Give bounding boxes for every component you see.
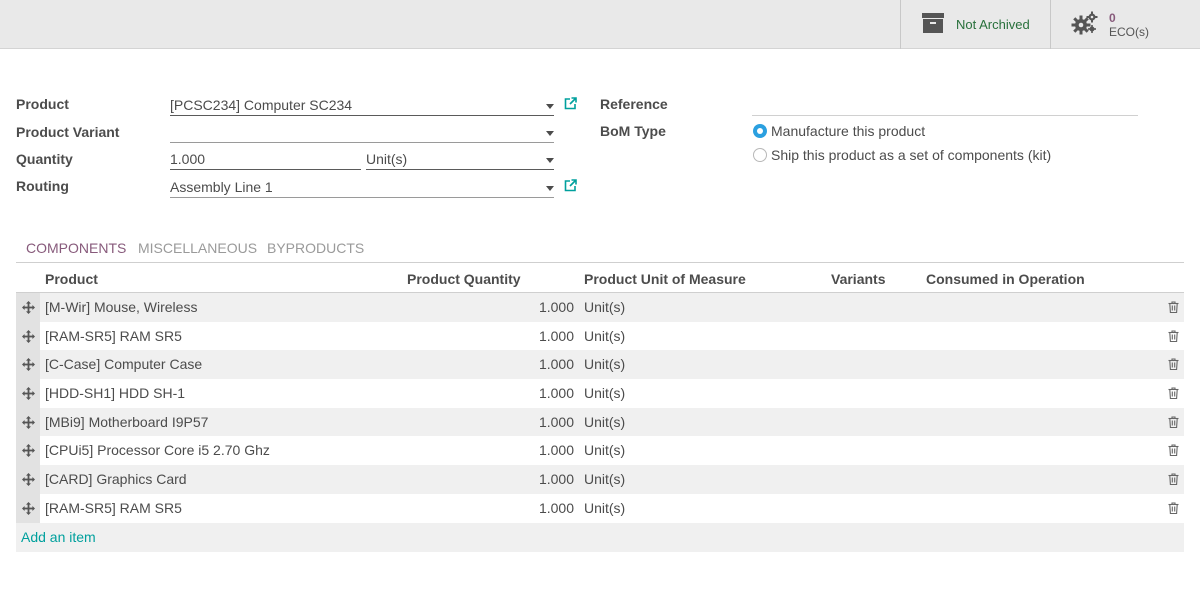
product-value: [PCSC234] Computer SC234	[170, 97, 353, 113]
routing-field[interactable]: Assembly Line 1	[170, 178, 554, 198]
table-row[interactable]: [CARD] Graphics Card 1.000 Unit(s)	[16, 465, 1184, 494]
uom-value: Unit(s)	[366, 151, 408, 167]
trash-icon[interactable]	[1168, 357, 1179, 373]
tab-miscellaneous[interactable]: MISCELLANEOUS	[138, 240, 257, 256]
eco-button[interactable]: 0 ECO(s)	[1050, 0, 1200, 49]
archive-status-label: Not Archived	[956, 17, 1030, 32]
product-field[interactable]: [PCSC234] Computer SC234	[170, 96, 554, 116]
trash-icon[interactable]	[1168, 501, 1179, 517]
row-quantity: 1.000	[538, 356, 574, 373]
row-product: [MBi9] Motherboard I9P57	[45, 413, 209, 430]
row-product: [HDD-SH1] HDD SH-1	[45, 385, 186, 402]
column-header-consumed-in-operation[interactable]: Consumed in Operation	[926, 271, 1085, 287]
column-header-uom[interactable]: Product Unit of Measure	[584, 271, 746, 287]
reference-label: Reference	[600, 96, 668, 112]
table-row[interactable]: [RAM-SR5] RAM SR5 1.000 Unit(s)	[16, 493, 1184, 523]
trash-icon[interactable]	[1168, 443, 1179, 459]
row-product: [RAM-SR5] RAM SR5	[45, 327, 182, 344]
routing-value: Assembly Line 1	[170, 179, 273, 195]
row-quantity: 1.000	[538, 385, 574, 402]
components-table-body: [M-Wir] Mouse, Wireless 1.000 Unit(s) [RAM-…	[16, 293, 1184, 552]
bom-type-option-manufacture: Manufacture this product	[771, 123, 926, 139]
drag-handle-icon[interactable]	[16, 493, 40, 523]
chevron-down-icon[interactable]	[546, 186, 554, 191]
gears-icon	[1071, 11, 1099, 38]
bom-type-radio-kit[interactable]	[753, 148, 767, 162]
archive-toggle-button[interactable]: Not Archived	[900, 0, 1050, 49]
drag-handle-icon[interactable]	[16, 379, 40, 408]
uom-field[interactable]: Unit(s)	[366, 150, 554, 170]
row-product: [C-Case] Computer Case	[45, 356, 203, 373]
product-variant-label: Product Variant	[16, 124, 120, 140]
add-item-row: Add an item	[16, 522, 1184, 552]
add-item-link[interactable]: Add an item	[21, 529, 96, 545]
product-label: Product	[16, 96, 69, 112]
trash-icon[interactable]	[1168, 300, 1179, 316]
quantity-label: Quantity	[16, 151, 73, 167]
external-link-icon[interactable]	[564, 97, 577, 113]
row-product: [CPUi5] Processor Core i5 2.70 Ghz	[45, 442, 270, 459]
drag-handle-icon[interactable]	[16, 350, 40, 380]
row-product: [CARD] Graphics Card	[45, 471, 187, 488]
row-quantity: 1.000	[538, 442, 574, 459]
eco-count: 0	[1109, 10, 1116, 25]
column-header-variants[interactable]: Variants	[831, 271, 885, 287]
archive-box-icon	[922, 13, 944, 36]
trash-icon[interactable]	[1168, 472, 1179, 488]
chevron-down-icon[interactable]	[546, 158, 554, 163]
tab-components[interactable]: COMPONENTS	[26, 240, 126, 256]
table-row[interactable]: [RAM-SR5] RAM SR5 1.000 Unit(s)	[16, 321, 1184, 351]
table-row[interactable]: [MBi9] Motherboard I9P57 1.000 Unit(s)	[16, 407, 1184, 437]
chevron-down-icon[interactable]	[546, 104, 554, 109]
quantity-input[interactable]: 1.000	[170, 150, 361, 170]
row-uom: Unit(s)	[584, 442, 626, 459]
row-uom: Unit(s)	[584, 499, 626, 516]
quantity-value: 1.000	[170, 151, 206, 167]
external-link-icon[interactable]	[564, 179, 577, 195]
trash-icon[interactable]	[1168, 415, 1179, 431]
tab-byproducts[interactable]: BYPRODUCTS	[267, 240, 364, 256]
row-product: [M-Wir] Mouse, Wireless	[45, 299, 198, 315]
table-row[interactable]: [M-Wir] Mouse, Wireless 1.000 Unit(s)	[16, 293, 1184, 322]
row-uom: Unit(s)	[584, 471, 626, 488]
reference-input[interactable]	[752, 96, 1138, 116]
drag-handle-icon[interactable]	[16, 321, 40, 351]
drag-handle-icon[interactable]	[16, 407, 40, 437]
drag-handle-icon[interactable]	[16, 465, 40, 494]
bom-type-option-kit: Ship this product as a set of components…	[771, 147, 1052, 163]
components-table-header: Product Product Quantity Product Unit of…	[16, 264, 1184, 293]
drag-handle-icon[interactable]	[16, 293, 40, 322]
trash-icon[interactable]	[1168, 386, 1179, 402]
tabs-divider	[16, 262, 1184, 263]
row-uom: Unit(s)	[584, 356, 626, 373]
row-quantity: 1.000	[538, 413, 574, 430]
row-quantity: 1.000	[538, 471, 574, 488]
row-uom: Unit(s)	[584, 385, 626, 402]
eco-label: ECO(s)	[1109, 24, 1149, 39]
bom-type-label: BoM Type	[600, 123, 666, 139]
trash-icon[interactable]	[1168, 329, 1179, 345]
row-uom: Unit(s)	[584, 413, 626, 430]
table-row[interactable]: [CPUi5] Processor Core i5 2.70 Ghz 1.000 U…	[16, 436, 1184, 466]
routing-label: Routing	[16, 178, 69, 194]
control-panel: Not Archived 0 ECO(s)	[0, 0, 1200, 49]
bom-type-radio-manufacture[interactable]	[753, 124, 767, 138]
row-quantity: 1.000	[538, 327, 574, 344]
drag-handle-icon[interactable]	[16, 436, 40, 466]
table-row[interactable]: [HDD-SH1] HDD SH-1 1.000 Unit(s)	[16, 379, 1184, 408]
row-quantity: 1.000	[538, 299, 574, 315]
table-row[interactable]: [C-Case] Computer Case 1.000 Unit(s)	[16, 350, 1184, 380]
product-variant-field[interactable]	[170, 123, 554, 143]
column-header-product-quantity[interactable]: Product Quantity	[407, 271, 521, 287]
row-product: [RAM-SR5] RAM SR5	[45, 499, 182, 516]
row-uom: Unit(s)	[584, 299, 626, 315]
column-header-product[interactable]: Product	[45, 271, 98, 287]
row-quantity: 1.000	[538, 499, 574, 516]
chevron-down-icon[interactable]	[546, 131, 554, 136]
row-uom: Unit(s)	[584, 327, 626, 344]
